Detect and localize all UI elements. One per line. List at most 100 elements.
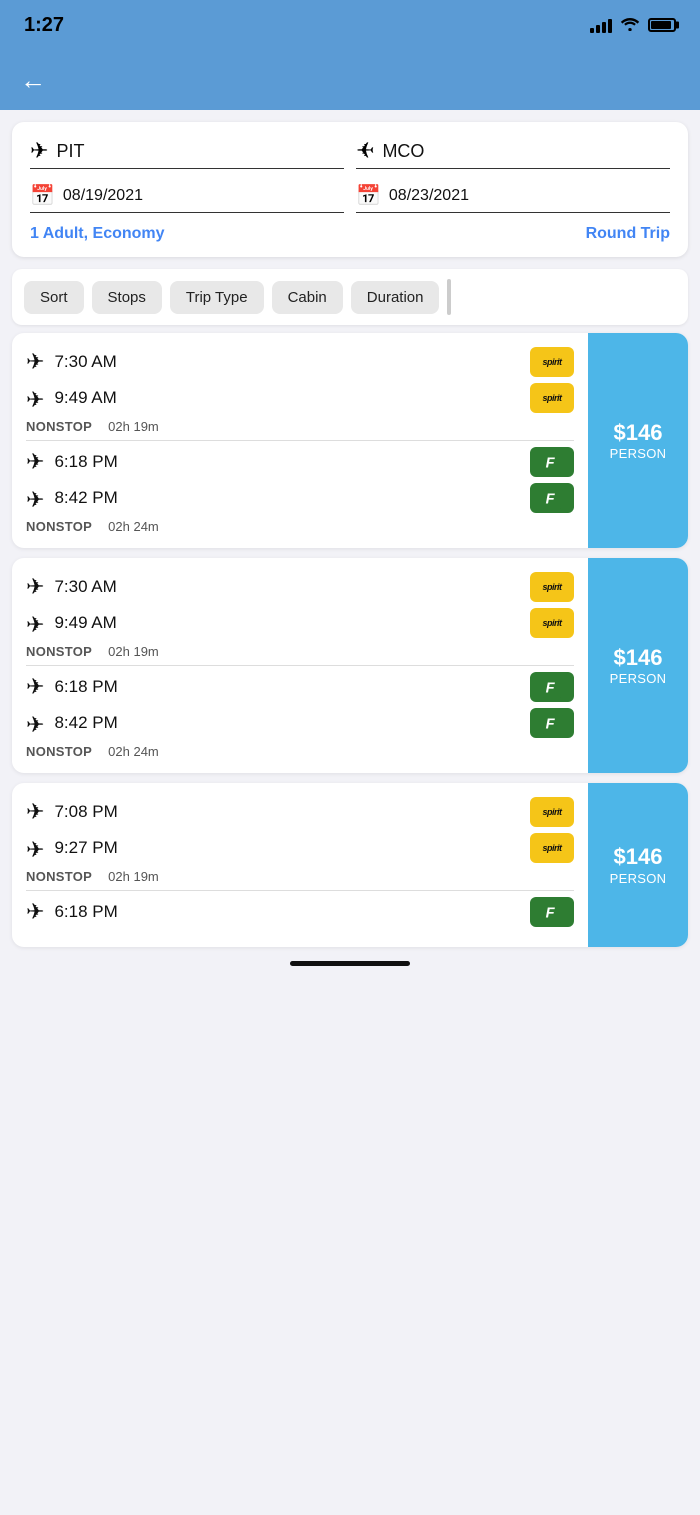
departure-code: PIT [56,141,84,162]
frontier-badge-3: F [530,672,574,702]
price-label-3: PERSON [610,871,667,886]
svg-text:F: F [546,456,556,472]
flight-left: ✈ 9:49 AM [26,385,117,411]
spirit-badge-3: spirit [530,572,574,602]
arrival-airport[interactable]: ✈ MCO [356,138,670,169]
depart-time-4: 6:18 PM [54,677,117,697]
frontier-badge-5: F [530,897,574,927]
flight-details-2: ✈ 7:30 AM spirit ✈ 9:49 AM spirit NONSTO… [12,558,588,773]
landing-icon-3: ✈ [26,610,44,636]
arrival-code: MCO [382,141,424,162]
flight-left: ✈ 9:27 PM [26,835,118,861]
search-card: ✈ PIT ✈ MCO 📅 08/19/2021 📅 08/23/2021 1 … [12,122,688,257]
frontier-badge-4: F [530,708,574,738]
price-amount-2: $146 [614,645,663,671]
stop-label-4: NONSTOP [26,744,92,759]
depart-time-1: 7:30 AM [54,352,116,372]
home-indicator [0,947,700,974]
flight-left: ✈ 6:18 PM [26,674,118,700]
landing-icon-2: ✈ [26,485,44,511]
flight-segment-depart-2: ✈ 6:18 PM F [26,447,574,477]
flight-segment-arrive-5: ✈ 9:27 PM spirit [26,833,574,863]
signal-icon [590,17,612,33]
filter-bar: Sort Stops Trip Type Cabin Duration [12,269,688,325]
stops-button[interactable]: Stops [92,281,162,314]
price-panel-2[interactable]: $146 PERSON [588,558,688,773]
landing-icon-4: ✈ [26,710,44,736]
flight-left: ✈ 7:08 PM [26,799,118,825]
stop-row-2: NONSTOP 02h 24m [26,519,574,534]
arrive-time-1: 9:49 AM [54,388,116,408]
flight-segment-depart-3: ✈ 7:30 AM spirit [26,572,574,602]
flight-segment-depart-1: ✈ 7:30 AM spirit [26,347,574,377]
passengers-info[interactable]: 1 Adult, Economy [30,225,165,243]
stop-row-3: NONSTOP 02h 19m [26,644,574,659]
flight-segment-arrive-4: ✈ 8:42 PM F [26,708,574,738]
takeoff-icon-5: ✈ [26,799,44,825]
stop-duration-5: 02h 19m [108,869,159,884]
stop-duration-3: 02h 19m [108,644,159,659]
svg-text:F: F [546,906,556,922]
depart-time-2: 6:18 PM [54,452,117,472]
arrive-time-3: 9:49 AM [54,613,116,633]
trip-info-row: 1 Adult, Economy Round Trip [30,225,670,243]
trip-type-info[interactable]: Round Trip [586,225,670,243]
date-row: 📅 08/19/2021 📅 08/23/2021 [30,183,670,213]
price-amount-1: $146 [614,420,663,446]
back-button[interactable]: ← [20,65,46,96]
duration-button[interactable]: Duration [351,281,440,314]
flight-segment-arrive-2: ✈ 8:42 PM F [26,483,574,513]
frontier-logo-icon-4: F [541,712,563,734]
stop-duration-2: 02h 24m [108,519,159,534]
flight-segment-depart-5: ✈ 7:08 PM spirit [26,797,574,827]
depart-time-5: 7:08 PM [54,802,117,822]
price-label-2: PERSON [610,671,667,686]
trip-type-button[interactable]: Trip Type [170,281,264,314]
arrive-time-2: 8:42 PM [54,488,117,508]
frontier-badge-2: F [530,483,574,513]
stop-duration-1: 02h 19m [108,419,159,434]
return-date: 08/23/2021 [389,187,469,205]
spirit-badge-6: spirit [530,833,574,863]
depart-date-field[interactable]: 📅 08/19/2021 [30,183,344,213]
flight-segment-arrive-3: ✈ 9:49 AM spirit [26,608,574,638]
home-bar [290,961,410,966]
flight-card-3[interactable]: ✈ 7:08 PM spirit ✈ 9:27 PM spirit NONSTO… [12,783,688,947]
price-panel-1[interactable]: $146 PERSON [588,333,688,548]
status-bar: 1:27 [0,0,700,50]
arrive-plane-icon: ✈ [356,138,374,164]
flight-left: ✈ 9:49 AM [26,610,117,636]
spirit-badge-2: spirit [530,383,574,413]
depart-time-3: 7:30 AM [54,577,116,597]
return-date-field[interactable]: 📅 08/23/2021 [356,183,670,213]
frontier-badge-1: F [530,447,574,477]
flight-left: ✈ 8:42 PM [26,485,118,511]
depart-calendar-icon: 📅 [30,183,55,208]
price-amount-3: $146 [614,844,663,870]
takeoff-icon-6: ✈ [26,899,44,925]
landing-icon-5: ✈ [26,835,44,861]
frontier-logo-icon-2: F [541,487,563,509]
flight-left: ✈ 6:18 PM [26,899,118,925]
stop-row-1: NONSTOP 02h 19m [26,419,574,434]
arrive-time-4: 8:42 PM [54,713,117,733]
cabin-button[interactable]: Cabin [272,281,343,314]
departure-airport[interactable]: ✈ PIT [30,138,344,169]
frontier-logo-icon-3: F [541,676,563,698]
takeoff-icon: ✈ [26,349,44,375]
svg-text:F: F [546,492,556,508]
spirit-badge-5: spirit [530,797,574,827]
sort-button[interactable]: Sort [24,281,84,314]
flight-segment-depart-6: ✈ 6:18 PM F [26,897,574,927]
price-panel-3[interactable]: $146 PERSON [588,783,688,947]
stop-label-1: NONSTOP [26,419,92,434]
price-label-1: PERSON [610,446,667,461]
flight-left: ✈ 7:30 AM [26,349,117,375]
flight-card-2[interactable]: ✈ 7:30 AM spirit ✈ 9:49 AM spirit NONSTO… [12,558,688,773]
frontier-logo-icon-5: F [541,901,563,923]
svg-text:F: F [546,717,556,733]
flight-left: ✈ 6:18 PM [26,449,118,475]
stop-label-3: NONSTOP [26,644,92,659]
flight-card[interactable]: ✈ 7:30 AM spirit ✈ 9:49 AM spirit NONSTO… [12,333,688,548]
arrive-time-5: 9:27 PM [54,838,117,858]
